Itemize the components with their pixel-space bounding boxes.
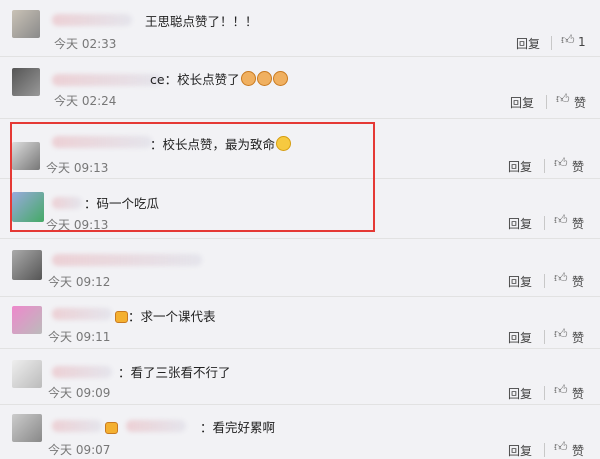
comment-time: 今天 09:13 [46,161,109,175]
like-label: 赞 [574,96,587,110]
thumbs-up-icon[interactable]: 👍︎ [554,156,568,171]
thumbs-up-icon[interactable]: 👍︎ [556,92,570,107]
avatar[interactable] [12,68,40,96]
comment-list: 王思聪点赞了！！！ 今天 02:33 回复 👍︎ 1 ce：校长点赞了 今天 0… [0,0,600,459]
like-label: 赞 [572,217,585,231]
like-label: 赞 [572,387,585,401]
reply-button[interactable]: 回复 [508,385,532,402]
username-blurred [52,136,152,148]
comment-item: ：看完好累啊 今天 09:07 回复 👍︎ 赞 [0,404,600,459]
comment-item: ce：校长点赞了 今天 02:24 回复 👍︎ 赞 [0,56,600,119]
divider [551,36,552,50]
divider [544,159,545,173]
username-blurred [52,74,162,86]
crown-emoji [115,311,128,323]
comment-item: ：看了三张看不行了 今天 09:09 回复 👍︎ 赞 [0,348,600,405]
divider [544,386,545,400]
reply-button[interactable]: 回复 [508,215,532,232]
like-label: 赞 [572,160,585,174]
reply-button[interactable]: 回复 [516,35,540,52]
username-blurred [52,254,202,266]
comment-item: ：校长点赞，最为致命 今天 09:13 回复 👍︎ 赞 [0,118,600,179]
comment-text: 王思聪点赞了！！！ [145,14,258,29]
comment-item: ：码一个吃瓜 今天 09:13 回复 👍︎ 赞 [0,178,600,239]
divider [546,95,547,109]
reply-button[interactable]: 回复 [508,442,532,459]
avatar[interactable] [12,306,42,334]
divider [544,330,545,344]
divider [544,274,545,288]
thumbs-up-icon[interactable]: 👍︎ [554,327,568,342]
avatar[interactable] [12,192,44,222]
comment-time: 今天 09:13 [46,218,109,232]
comment-text: ：码一个吃瓜 [84,196,160,211]
reply-button[interactable]: 回复 [508,273,532,290]
like-count: 1 [578,35,586,49]
comment-time: 今天 09:12 [48,275,111,289]
username-blurred [52,14,132,26]
comment-text: ：校长点赞，最为致命 [150,134,292,153]
comment-text: ：看完好累啊 [104,417,275,436]
username-blurred [52,366,112,378]
thumbs-up-icon[interactable]: 👍︎ [554,440,568,455]
comment-time: 今天 09:09 [48,386,111,400]
username-blurred [52,197,82,209]
avatar[interactable] [12,142,40,170]
cat-emoji [256,71,272,86]
reply-button[interactable]: 回复 [510,94,534,111]
shy-emoji [276,136,292,151]
comment-time: 今天 09:07 [48,443,111,457]
thumbs-up-icon[interactable]: 👍︎ [561,33,575,48]
comment-text: ：求一个课代表 [114,306,216,325]
comment-time: 今天 09:11 [48,330,111,344]
divider [544,216,545,230]
avatar[interactable] [12,250,42,280]
comment-text: ce：校长点赞了 [150,69,288,88]
like-label: 赞 [572,275,585,289]
cat-emoji [240,71,256,86]
comment-time: 今天 02:33 [54,37,117,51]
avatar[interactable] [12,414,42,442]
like-label: 赞 [572,331,585,345]
comment-time: 今天 02:24 [54,94,117,108]
crown-emoji [105,422,118,434]
like-label: 赞 [572,444,585,458]
username-blurred [52,420,102,432]
avatar[interactable] [12,10,40,38]
comment-item: 今天 09:12 回复 👍︎ 赞 [0,238,600,297]
thumbs-up-icon[interactable]: 👍︎ [554,383,568,398]
cat-emoji [272,71,288,86]
comment-text: ：看了三张看不行了 [118,365,231,380]
reply-button[interactable]: 回复 [508,329,532,346]
comment-item: 王思聪点赞了！！！ 今天 02:33 回复 👍︎ 1 [0,0,600,57]
avatar[interactable] [12,360,42,388]
username-blurred [52,308,112,320]
thumbs-up-icon[interactable]: 👍︎ [554,213,568,228]
reply-button[interactable]: 回复 [508,158,532,175]
divider [544,443,545,457]
thumbs-up-icon[interactable]: 👍︎ [554,271,568,286]
comment-item: ：求一个课代表 今天 09:11 回复 👍︎ 赞 [0,296,600,349]
